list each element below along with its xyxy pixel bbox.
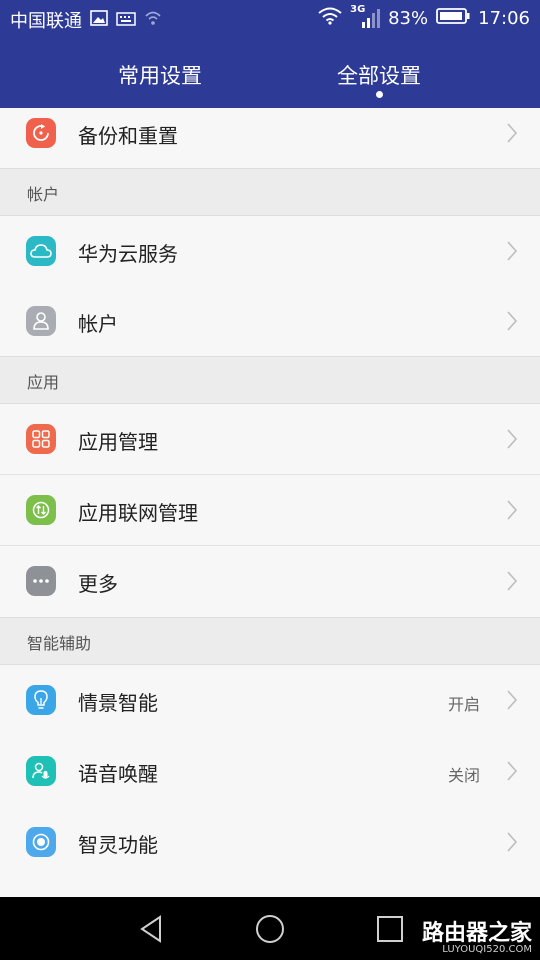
header: 中国联通 3G 83% 17:06 常用设置 全部设置 [0,0,540,108]
settings-item-value: 关闭 [447,766,480,785]
section-title: 智能辅助 [27,634,92,653]
network-arrows-icon [26,495,56,525]
section-header-smart-assist: 智能辅助 [0,617,540,665]
active-tab-indicator [376,91,383,98]
settings-item-label: 帐户 [78,312,118,336]
tab-common-settings[interactable]: 常用设置 [118,60,202,90]
settings-item-label: 应用管理 [78,430,158,454]
home-icon[interactable] [252,911,288,947]
wifi-icon [318,7,342,30]
signal-icon: 3G [350,4,381,30]
settings-item-label: 应用联网管理 [78,501,198,525]
battery-percent: 83% [388,8,429,29]
settings-item-label: 情景智能 [78,691,158,715]
clock: 17:06 [478,8,530,29]
backup-reset-icon [26,118,56,148]
settings-item-backup-reset[interactable]: 备份和重置 [0,108,540,168]
chevron-right-icon [507,500,518,520]
settings-item-value: 开启 [447,695,480,714]
chevron-right-icon [507,241,518,261]
chevron-right-icon [507,690,518,710]
watermark: 路由器之家 LUYOUQI520.COM [422,915,532,955]
chevron-right-icon [507,761,518,781]
voice-wake-icon [26,756,56,786]
chevron-right-icon [507,832,518,852]
lightbulb-icon [26,685,56,715]
settings-item-app-management[interactable]: 应用管理 [0,404,540,475]
chevron-right-icon [507,429,518,449]
settings-item-voice-wakeup[interactable]: 语音唤醒 关闭 [0,736,540,807]
settings-item-account[interactable]: 帐户 [0,286,540,356]
settings-item-label: 更多 [78,572,118,596]
tab-all-settings[interactable]: 全部设置 [337,60,421,90]
more-dots-icon [26,566,56,596]
chevron-right-icon [507,311,518,331]
carrier-label: 中国联通 [10,11,82,32]
settings-item-label: 语音唤醒 [78,762,158,786]
battery-icon [436,8,470,29]
section-header-account: 帐户 [0,168,540,216]
keyboard-icon [116,10,136,31]
wifi-hotspot-icon [144,10,162,31]
chevron-right-icon [507,123,518,143]
chevron-right-icon [507,571,518,591]
recent-apps-icon[interactable] [372,911,408,947]
settings-list: 备份和重置 帐户 华为云服务 帐户 应用 应用管理 应用联网管理 更多 智能辅助… [0,108,540,878]
image-notification-icon [90,9,108,31]
settings-item-label: 备份和重置 [78,124,178,148]
tab-bar: 常用设置 全部设置 [0,52,540,102]
status-bar: 中国联通 3G 83% 17:06 [0,0,540,38]
apps-grid-icon [26,424,56,454]
cloud-icon [26,236,56,266]
smart-assist-icon [26,827,56,857]
settings-item-label: 华为云服务 [78,242,178,266]
back-icon[interactable] [134,911,170,947]
settings-item-label: 智灵功能 [78,833,158,857]
section-title: 帐户 [27,185,60,204]
account-icon [26,306,56,336]
settings-item-smart-assist[interactable]: 智灵功能 [0,807,540,878]
watermark-title: 路由器之家 [421,921,532,946]
settings-item-huawei-cloud[interactable]: 华为云服务 [0,216,540,286]
section-title: 应用 [27,373,60,392]
settings-item-scene-intelligence[interactable]: 情景智能 开启 [0,665,540,736]
navigation-bar: 路由器之家 LUYOUQI520.COM [0,897,540,960]
settings-item-more[interactable]: 更多 [0,546,540,617]
section-header-apps: 应用 [0,356,540,404]
settings-item-app-network-management[interactable]: 应用联网管理 [0,475,540,546]
